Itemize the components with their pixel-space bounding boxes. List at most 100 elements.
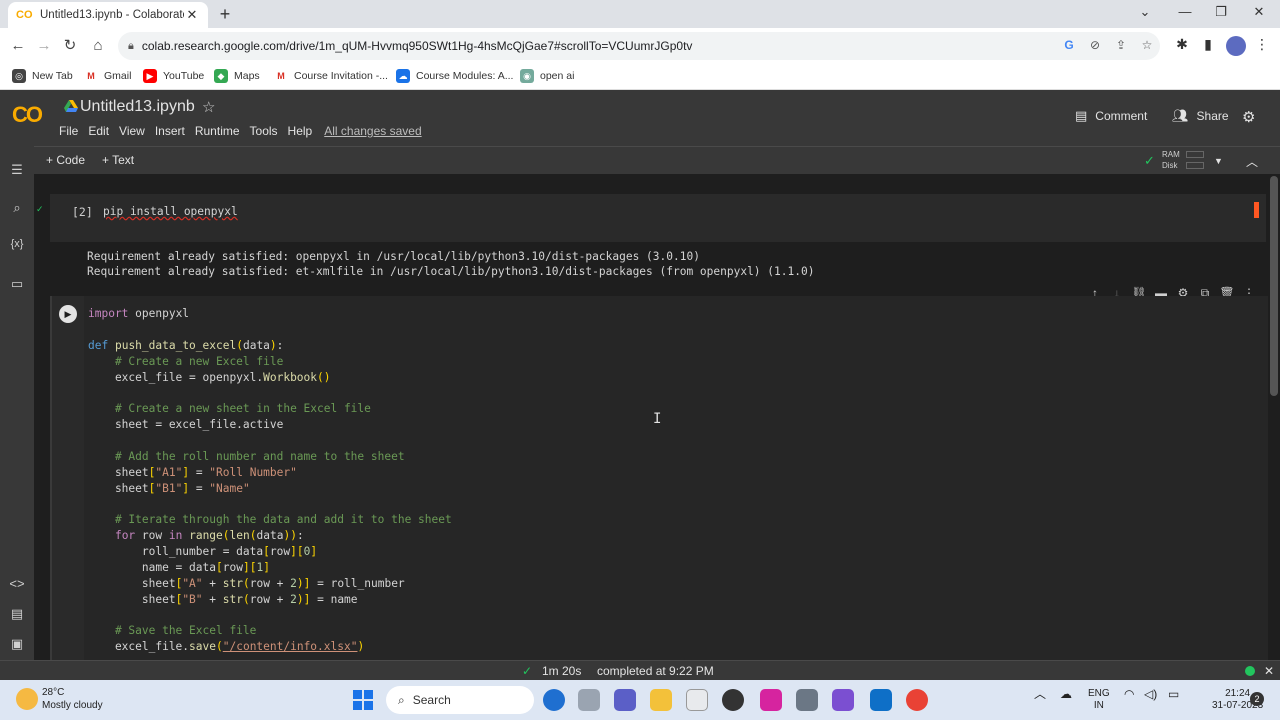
browser-menu-icon[interactable]: ⋮ (1252, 36, 1272, 53)
menu-help[interactable]: Help (288, 124, 313, 138)
file-explorer-icon[interactable] (650, 689, 672, 711)
star-icon[interactable]: ☆ (202, 98, 215, 116)
minimize-icon[interactable]: — (1170, 4, 1200, 19)
output-line-1: Requirement already satisfied: openpyxl … (87, 250, 700, 263)
menu-file[interactable]: File (59, 124, 78, 138)
window-close-icon[interactable]: ✕ (1244, 4, 1274, 20)
profile-avatar[interactable] (1226, 36, 1246, 56)
sidepanel-icon[interactable]: ▮ (1198, 36, 1218, 53)
settings-app-icon[interactable] (796, 689, 818, 711)
eye-off-icon[interactable]: ⊘ (1086, 38, 1104, 52)
clipchamp-icon[interactable] (832, 689, 854, 711)
notebook-main: ✓ [2] pip install openpyxl Requirement a… (34, 174, 1268, 660)
new-tab-icon[interactable]: + (214, 4, 236, 26)
connection-status-dot (1245, 666, 1255, 676)
globe-icon: ◎ (12, 69, 26, 83)
taskbar-search[interactable]: ⌕ Search (386, 686, 534, 714)
tray-overflow-icon[interactable]: ︿ (1034, 688, 1046, 700)
search-icon: ⌕ (398, 692, 405, 707)
teams-icon[interactable] (614, 689, 636, 711)
tab-close-icon[interactable]: ✕ (184, 7, 200, 23)
colab-logo[interactable]: CO (12, 102, 43, 128)
windows-taskbar: 28°C Mostly cloudy ⌕ Search ︿ ☁ ENG IN ◠… (0, 680, 1280, 720)
bookmark-open-ai[interactable]: ◉ open ai (520, 69, 574, 83)
extensions-icon[interactable]: ✱ (1172, 36, 1192, 53)
chrome-icon[interactable] (906, 689, 928, 711)
tab-search-icon[interactable]: ⌄ (1130, 4, 1160, 20)
notification-badge[interactable]: 2 (1250, 692, 1264, 706)
maximize-icon[interactable]: ❐ (1206, 4, 1236, 20)
status-check-icon: ✓ (522, 664, 533, 678)
executed-check-icon: ✓ (36, 204, 44, 214)
volume-icon[interactable]: ◁) (1144, 688, 1157, 700)
status-bar: ✓ 1m 20s completed at 9:22 PM ✕ (0, 660, 1280, 680)
folder-icon[interactable]: ▭ (0, 276, 34, 292)
menu-runtime[interactable]: Runtime (195, 124, 240, 138)
code-snippets-icon[interactable]: <> (0, 576, 34, 591)
store-icon[interactable] (686, 689, 708, 711)
bookmark-course-invitation[interactable]: M Course Invitation -... (274, 69, 388, 83)
address-bar[interactable]: 🔒︎ colab.research.google.com/drive/1m_qU… (118, 32, 1160, 60)
resources-dropdown-icon[interactable]: ▼ (1214, 156, 1223, 166)
google-icon[interactable]: G (1060, 38, 1078, 52)
add-code-button[interactable]: + Code (46, 153, 85, 167)
browser-tab[interactable]: CO Untitled13.ipynb - Colaboratory ✕ (8, 2, 208, 28)
wifi-icon[interactable]: ◠ (1124, 688, 1134, 700)
collapse-chevron-icon[interactable]: ︿ (1246, 153, 1258, 170)
bookmark-course-modules[interactable]: ☁ Course Modules: A... (396, 69, 513, 83)
maps-icon: ◆ (214, 69, 228, 83)
comment-button[interactable]: ▤ Comment (1075, 108, 1147, 124)
comment-icon: ▤ (1075, 108, 1088, 123)
terminal-icon[interactable]: ▣ (0, 636, 34, 652)
weather-widget[interactable]: 28°C Mostly cloudy (16, 686, 103, 712)
reload-icon[interactable]: ↻ (60, 36, 80, 56)
task-view-icon[interactable] (578, 689, 600, 711)
bookmark-youtube[interactable]: ▶ YouTube (143, 69, 204, 83)
command-palette-icon[interactable]: ▤ (0, 606, 34, 622)
drive-icon (64, 100, 78, 112)
settings-gear-icon[interactable]: ⚙ (1242, 108, 1255, 126)
tab-title: Untitled13.ipynb - Colaboratory (40, 9, 184, 21)
home-icon[interactable]: ⌂ (88, 36, 108, 56)
vscode-icon[interactable] (870, 689, 892, 711)
instagram-icon[interactable] (760, 689, 782, 711)
menu-tools[interactable]: Tools (250, 124, 278, 138)
run-cell-button[interactable]: ▶ (59, 305, 77, 323)
language-indicator[interactable]: ENG IN (1088, 688, 1110, 712)
forward-icon[interactable]: → (34, 36, 54, 56)
browser-tabstrip: CO Untitled13.ipynb - Colaboratory ✕ + ⌄… (0, 0, 1280, 28)
windows-start-icon[interactable] (352, 689, 374, 711)
connected-check-icon: ✓ (1144, 153, 1155, 168)
variables-icon[interactable]: {x} (0, 238, 34, 250)
save-status[interactable]: All changes saved (324, 124, 421, 138)
toc-icon[interactable]: ☰ (0, 162, 34, 178)
bookmark-star-icon[interactable]: ☆ (1138, 38, 1156, 52)
side-rail: ☰ ⌕ {x} ▭ <> ▤ ▣ (0, 146, 34, 660)
bookmark-new-tab[interactable]: ◎ New Tab (12, 69, 73, 83)
bing-icon[interactable] (543, 689, 565, 711)
back-icon[interactable]: ← (8, 36, 28, 56)
onedrive-icon[interactable]: ☁ (1060, 688, 1072, 700)
share-button[interactable]: 👥︎ Share (1172, 108, 1229, 124)
dell-icon[interactable] (722, 689, 744, 711)
share-page-icon[interactable]: ⇪ (1112, 38, 1130, 52)
menu-bar: File Edit View Insert Runtime Tools Help… (59, 124, 422, 138)
scrollbar[interactable] (1270, 176, 1278, 396)
status-close-icon[interactable]: ✕ (1264, 664, 1274, 678)
add-text-button[interactable]: + Text (102, 153, 134, 167)
search-icon[interactable]: ⌕ (0, 200, 34, 216)
menu-insert[interactable]: Insert (155, 124, 185, 138)
menu-edit[interactable]: Edit (88, 124, 109, 138)
bookmark-gmail[interactable]: M Gmail (84, 69, 131, 83)
ram-meter (1186, 151, 1204, 158)
notebook-title[interactable]: Untitled13.ipynb (80, 98, 195, 116)
bookmark-maps[interactable]: ◆ Maps (214, 69, 260, 83)
battery-icon[interactable]: ▭ (1168, 688, 1179, 700)
exec-duration: 1m 20s (542, 664, 582, 678)
cell2-editor[interactable]: import openpyxl def push_data_to_excel(d… (84, 296, 1268, 660)
menu-view[interactable]: View (119, 124, 145, 138)
resource-labels[interactable]: RAM Disk (1162, 149, 1180, 171)
cell1-code: pip install openpyxl (103, 205, 238, 218)
code-cell-2[interactable]: ▶ import openpyxl def push_data_to_excel… (50, 296, 1268, 660)
code-cell-1[interactable]: [2] pip install openpyxl (50, 194, 1266, 242)
